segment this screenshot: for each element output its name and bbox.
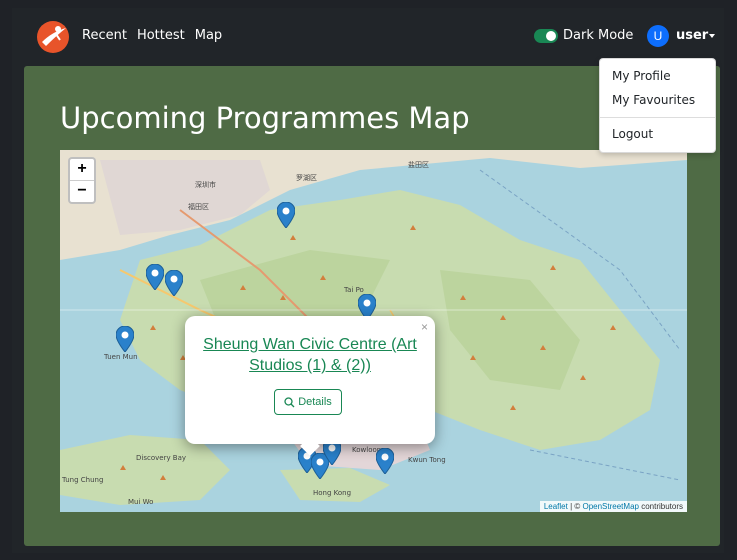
map-label: Tung Chung <box>62 476 104 484</box>
details-button[interactable]: Details <box>274 389 342 415</box>
zoom-control: + − <box>68 157 96 204</box>
osm-link[interactable]: OpenStreetMap <box>582 502 638 511</box>
zoom-in-button[interactable]: + <box>70 159 94 180</box>
map-label: Tuen Mun <box>104 353 138 361</box>
menu-divider <box>600 117 715 118</box>
menu-item-my-favourites[interactable]: My Favourites <box>612 93 695 107</box>
avatar[interactable]: U <box>647 25 669 47</box>
map-label: Mui Wo <box>128 498 154 506</box>
map-label: Discovery Bay <box>136 454 187 462</box>
attribution-separator: | © <box>567 502 583 511</box>
logo-icon[interactable] <box>36 20 70 54</box>
zoom-out-button[interactable]: − <box>70 181 94 202</box>
nav-link-recent[interactable]: Recent <box>82 28 127 43</box>
map-label: 盐田区 <box>408 161 429 169</box>
caret-down-icon[interactable] <box>709 34 715 38</box>
user-menu-toggle[interactable]: user <box>676 28 708 43</box>
map-marker-icon[interactable] <box>165 270 183 296</box>
map-marker-icon[interactable] <box>376 448 394 474</box>
map-label: Kwun Tong <box>408 456 446 464</box>
popup-venue-link[interactable]: Sheung Wan Civic Centre (Art Studios (1)… <box>193 334 427 376</box>
popup-close-button[interactable]: × <box>421 320 428 334</box>
page-title: Upcoming Programmes Map <box>60 101 470 135</box>
map-attribution: Leaflet | © OpenStreetMap contributors <box>539 501 687 512</box>
nav-link-map[interactable]: Map <box>195 28 222 43</box>
nav-links: Recent Hottest Map <box>82 28 222 43</box>
map-popup: × Sheung Wan Civic Centre (Art Studios (… <box>185 316 435 456</box>
map-label: Hong Kong <box>313 489 352 497</box>
menu-item-logout[interactable]: Logout <box>612 127 653 141</box>
search-icon <box>284 396 295 407</box>
attribution-suffix: contributors <box>638 502 683 511</box>
map-container[interactable]: 深圳市 福田区 罗湖区 盐田区 Tuen Mun Tai Po Kowloon … <box>60 150 687 512</box>
details-label: Details <box>298 396 332 408</box>
menu-item-my-profile[interactable]: My Profile <box>612 69 671 83</box>
dark-mode-toggle[interactable] <box>534 29 558 43</box>
map-label: 福田区 <box>188 203 209 211</box>
nav-link-hottest[interactable]: Hottest <box>137 28 185 43</box>
dark-mode-label: Dark Mode <box>563 28 634 43</box>
toggle-knob <box>546 31 556 41</box>
map-marker-icon[interactable] <box>116 326 134 352</box>
map-marker-icon[interactable] <box>146 264 164 290</box>
leaflet-link[interactable]: Leaflet <box>544 502 568 511</box>
map-label: 深圳市 <box>195 181 216 189</box>
map-label: Tai Po <box>344 286 364 294</box>
map-label: 罗湖区 <box>296 174 317 182</box>
user-dropdown-menu: My Profile My Favourites Logout <box>599 58 716 153</box>
map-marker-icon[interactable] <box>277 202 295 228</box>
